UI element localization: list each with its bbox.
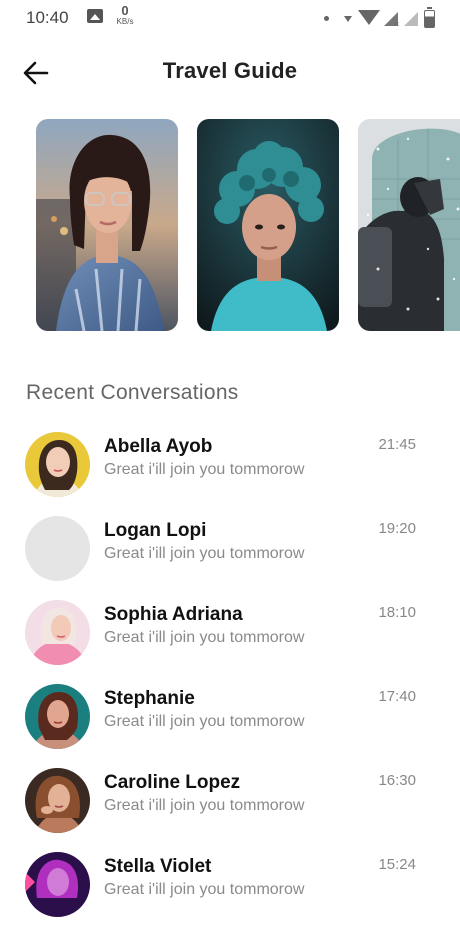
- message-time: 19:20: [378, 520, 416, 537]
- avatar-image: [25, 852, 90, 917]
- conversation-item[interactable]: Stella Violet Great i'ill join you tommo…: [0, 850, 460, 934]
- notification-dot-icon: [324, 16, 329, 21]
- contact-name: Sophia Adriana: [104, 604, 243, 625]
- contact-name: Stephanie: [104, 688, 195, 709]
- contact-name: Abella Ayob: [104, 436, 213, 457]
- network-speed-value: 0: [121, 3, 129, 18]
- page-title: Travel Guide: [162, 58, 298, 83]
- message-time: 16:30: [378, 772, 416, 789]
- status-time: 10:40: [26, 8, 69, 27]
- message-preview: Great i'ill join you tommorow: [104, 797, 305, 814]
- avatar: [25, 684, 90, 749]
- data-arrow-icon: [344, 16, 352, 22]
- avatar: [25, 432, 90, 497]
- app-header: Travel Guide: [0, 50, 460, 96]
- contact-name: Caroline Lopez: [104, 772, 241, 793]
- network-speed: 0 KB/s: [112, 4, 138, 26]
- story-image-snow-hiker: [358, 119, 460, 331]
- contact-name: Logan Lopi: [104, 520, 207, 541]
- conversation-item[interactable]: Caroline Lopez Great i'ill join you tomm…: [0, 766, 460, 850]
- story-card-2[interactable]: [197, 119, 339, 331]
- message-preview: Great i'ill join you tommorow: [104, 461, 305, 478]
- battery-icon: [424, 7, 435, 28]
- signal-2-icon: [404, 12, 418, 26]
- conversation-item[interactable]: Sophia Adriana Great i'ill join you tomm…: [0, 598, 460, 682]
- status-icons: ×: [322, 7, 442, 29]
- message-time: 15:24: [378, 856, 416, 873]
- message-preview: Great i'ill join you tommorow: [104, 545, 305, 562]
- image-notification-icon: [87, 9, 103, 23]
- avatar: [25, 600, 90, 665]
- message-time: 18:10: [378, 604, 416, 621]
- message-time: 17:40: [378, 688, 416, 705]
- message-preview: Great i'ill join you tommorow: [104, 881, 305, 898]
- status-bar: 10:40 0 KB/s ×: [0, 0, 460, 36]
- stories-carousel[interactable]: [0, 119, 460, 333]
- conversation-item[interactable]: Abella Ayob Great i'ill join you tommoro…: [0, 430, 460, 514]
- section-title-recent-conversations: Recent Conversations: [26, 381, 239, 404]
- story-card-3[interactable]: [358, 119, 460, 331]
- contact-name: Stella Violet: [104, 856, 212, 877]
- avatar: [25, 852, 90, 917]
- no-signal-x-icon: ×: [394, 19, 400, 29]
- story-image-curly-man: [197, 119, 339, 331]
- avatar-image: [25, 432, 90, 497]
- story-image-woman: [36, 119, 178, 331]
- conversation-item[interactable]: Stephanie Great i'ill join you tommorow …: [0, 682, 460, 766]
- message-preview: Great i'ill join you tommorow: [104, 629, 305, 646]
- message-time: 21:45: [378, 436, 416, 453]
- avatar-placeholder: [25, 516, 90, 581]
- network-speed-unit: KB/s: [116, 17, 134, 26]
- avatar-image: [25, 600, 90, 665]
- avatar-image: [25, 684, 90, 749]
- conversation-item[interactable]: Logan Lopi Great i'ill join you tommorow…: [0, 514, 460, 598]
- wifi-icon: [358, 10, 380, 25]
- story-card-1[interactable]: [36, 119, 178, 331]
- avatar: [25, 768, 90, 833]
- avatar-image: [25, 768, 90, 833]
- message-preview: Great i'ill join you tommorow: [104, 713, 305, 730]
